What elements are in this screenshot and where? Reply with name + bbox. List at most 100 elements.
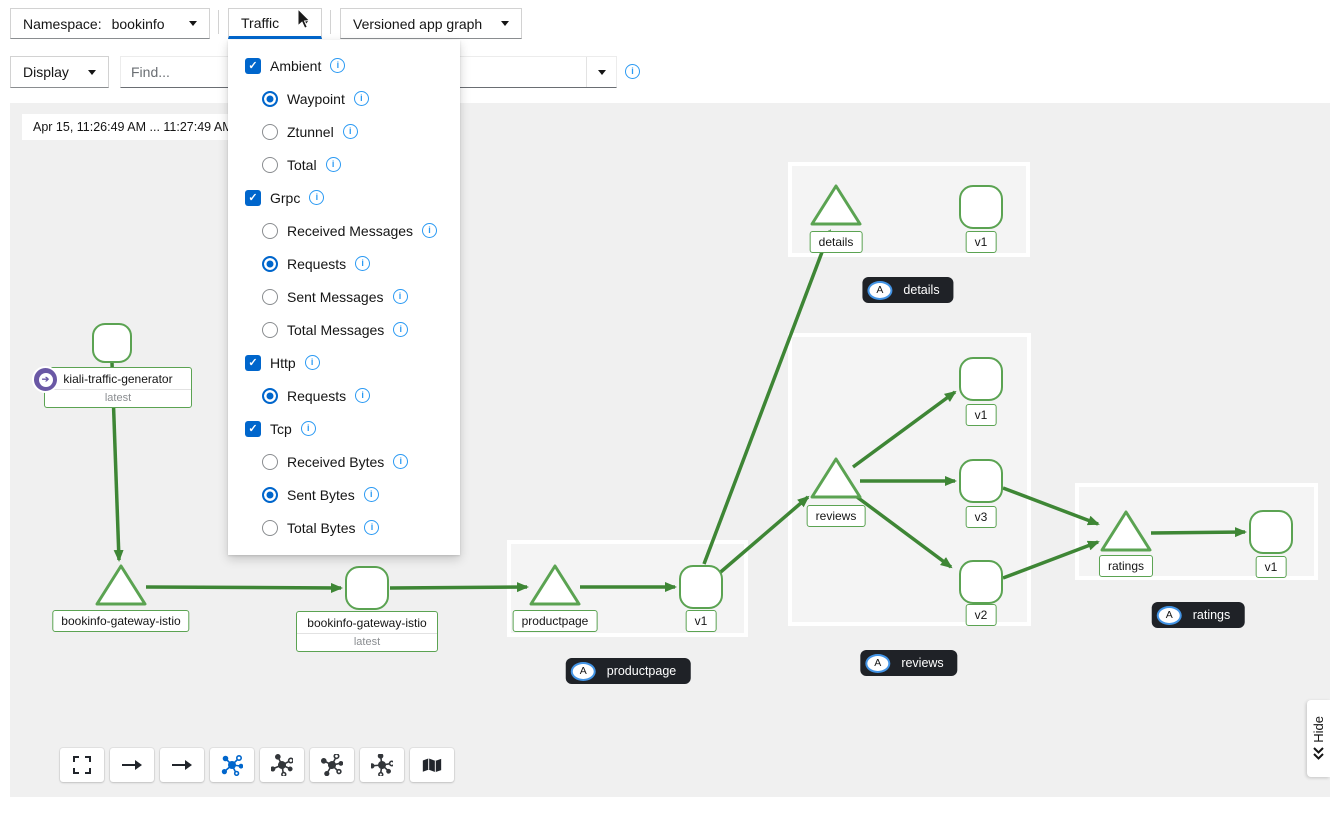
info-icon[interactable]: i [393,454,408,469]
traffic-option-http[interactable]: ✓ Httpi [228,346,460,379]
radio-waypoint[interactable] [262,91,278,107]
node-label-gateway-workload[interactable]: bookinfo-gateway-istio [52,610,189,632]
node-reviews-v1[interactable] [960,358,1002,400]
info-icon[interactable]: i [326,157,341,172]
radio-received-messages[interactable] [262,223,278,239]
traffic-suboption-total-bytes[interactable]: Total Bytesi [228,511,460,544]
node-label-ratings[interactable]: ratings [1099,555,1153,577]
traffic-suboption-total-messages[interactable]: Total Messagesi [228,313,460,346]
node-label-reviews[interactable]: reviews [807,505,866,527]
traffic-option-ambient[interactable]: ✓Ambienti [228,49,460,82]
edge[interactable] [1003,488,1098,524]
traffic-suboption-label: Requests [287,256,346,272]
edge[interactable] [853,494,951,567]
info-icon[interactable]: i [330,58,345,73]
node-label-reviews-v1[interactable]: v1 [966,404,997,426]
info-icon[interactable]: i [364,487,379,502]
node-reviews-service-triangle[interactable] [812,459,860,497]
graph-toolbar [60,748,454,782]
arrow-right-icon [121,759,143,771]
traffic-suboption-waypoint[interactable]: Waypointi [228,82,460,115]
node-ratings-service-triangle[interactable] [1102,512,1150,550]
info-icon[interactable]: i [354,91,369,106]
radio-sent-messages[interactable] [262,289,278,305]
toolbar-layout-alt-1-button[interactable] [260,748,304,782]
node-label-productpage[interactable]: productpage [513,610,598,632]
edge[interactable] [390,587,527,588]
app-badge-productpage[interactable]: A productpage [566,658,691,684]
info-icon[interactable]: i [301,421,316,436]
node-traffic-generator[interactable] [93,324,131,362]
node-productpage-service-triangle[interactable] [531,566,579,604]
node-label-details[interactable]: details [810,231,863,253]
edge[interactable] [853,392,955,467]
edge[interactable] [716,497,808,576]
app-badge-ratings[interactable]: A ratings [1152,602,1245,628]
toolbar-fit-view-button[interactable] [60,748,104,782]
info-icon[interactable]: i [355,388,370,403]
info-icon[interactable]: i [393,322,408,337]
node-reviews-v3[interactable] [960,460,1002,502]
radio-received-bytes[interactable] [262,454,278,470]
checkbox-grpc[interactable]: ✓ [245,190,261,206]
checkbox-ambient[interactable]: ✓ [245,58,261,74]
toolbar-layout-alt-2-button[interactable] [310,748,354,782]
node-label-reviews-v3[interactable]: v3 [966,506,997,528]
app-badge-letter-icon: A [865,654,890,673]
radio-sent-bytes[interactable] [262,487,278,503]
traffic-suboption-requests[interactable]: Requestsi [228,379,460,412]
traffic-option-label: Tcp [270,421,292,437]
app-badge-reviews[interactable]: A reviews [860,650,957,676]
toolbar-edge-arrow-1-button[interactable] [110,748,154,782]
info-icon[interactable]: i [422,223,437,238]
traffic-option-tcp[interactable]: ✓ Tcpi [228,412,460,445]
radio-requests[interactable] [262,388,278,404]
traffic-suboption-received-bytes[interactable]: Received Bytesi [228,445,460,478]
info-icon[interactable]: i [393,289,408,304]
node-label-productpage-v1[interactable]: v1 [686,610,717,632]
radio-ztunnel[interactable] [262,124,278,140]
traffic-option-grpc[interactable]: ✓Grpci [228,181,460,214]
traffic-suboption-label: Ztunnel [287,124,334,140]
info-icon[interactable]: i [355,256,370,271]
radio-total[interactable] [262,157,278,173]
node-label-details-v1[interactable]: v1 [966,231,997,253]
app-badge-details[interactable]: A details [862,277,953,303]
traffic-suboption-received-messages[interactable]: Received Messagesi [228,214,460,247]
node-label-reviews-v2[interactable]: v2 [966,604,997,626]
radio-requests[interactable] [262,256,278,272]
edge[interactable] [1003,542,1098,578]
info-icon[interactable]: i [305,355,320,370]
info-icon[interactable]: i [364,520,379,535]
node-productpage-v1[interactable] [680,566,722,608]
node-label-ratings-v1[interactable]: v1 [1256,556,1287,578]
node-label-traffic-generator[interactable]: ➔ kiali-traffic-generator latest [44,367,192,408]
toolbar-edge-arrow-2-button[interactable] [160,748,204,782]
node-reviews-v2[interactable] [960,561,1002,603]
traffic-suboption-sent-messages[interactable]: Sent Messagesi [228,280,460,313]
node-gateway-workload-triangle[interactable] [97,566,145,604]
node-ratings-v1[interactable] [1250,511,1292,553]
info-icon[interactable]: i [343,124,358,139]
node-details-service-triangle[interactable] [812,186,860,224]
checkbox-http[interactable]: ✓ [245,355,261,371]
traffic-suboption-total[interactable]: Totali [228,148,460,181]
node-details-v1[interactable] [960,186,1002,228]
toolbar-layout-default-button[interactable] [210,748,254,782]
hide-panel-tab[interactable]: Hide [1307,700,1330,777]
traffic-suboption-requests[interactable]: Requests i [228,247,460,280]
toolbar-layout-alt-3-button[interactable] [360,748,404,782]
traffic-suboption-ztunnel[interactable]: Ztunnel i [228,115,460,148]
checkbox-tcp[interactable]: ✓ [245,421,261,437]
node-gateway-service[interactable] [346,567,388,609]
node-label-gateway-service[interactable]: bookinfo-gateway-istio latest [296,611,438,652]
traffic-suboption-label: Total [287,157,317,173]
radio-total-bytes[interactable] [262,520,278,536]
edge[interactable] [146,587,341,588]
traffic-suboption-sent-bytes[interactable]: Sent Bytesi [228,478,460,511]
edge[interactable] [1151,532,1245,533]
radio-total-messages[interactable] [262,322,278,338]
info-icon[interactable]: i [309,190,324,205]
traffic-option-label: Http [270,355,296,371]
toolbar-minimap-button[interactable] [410,748,454,782]
